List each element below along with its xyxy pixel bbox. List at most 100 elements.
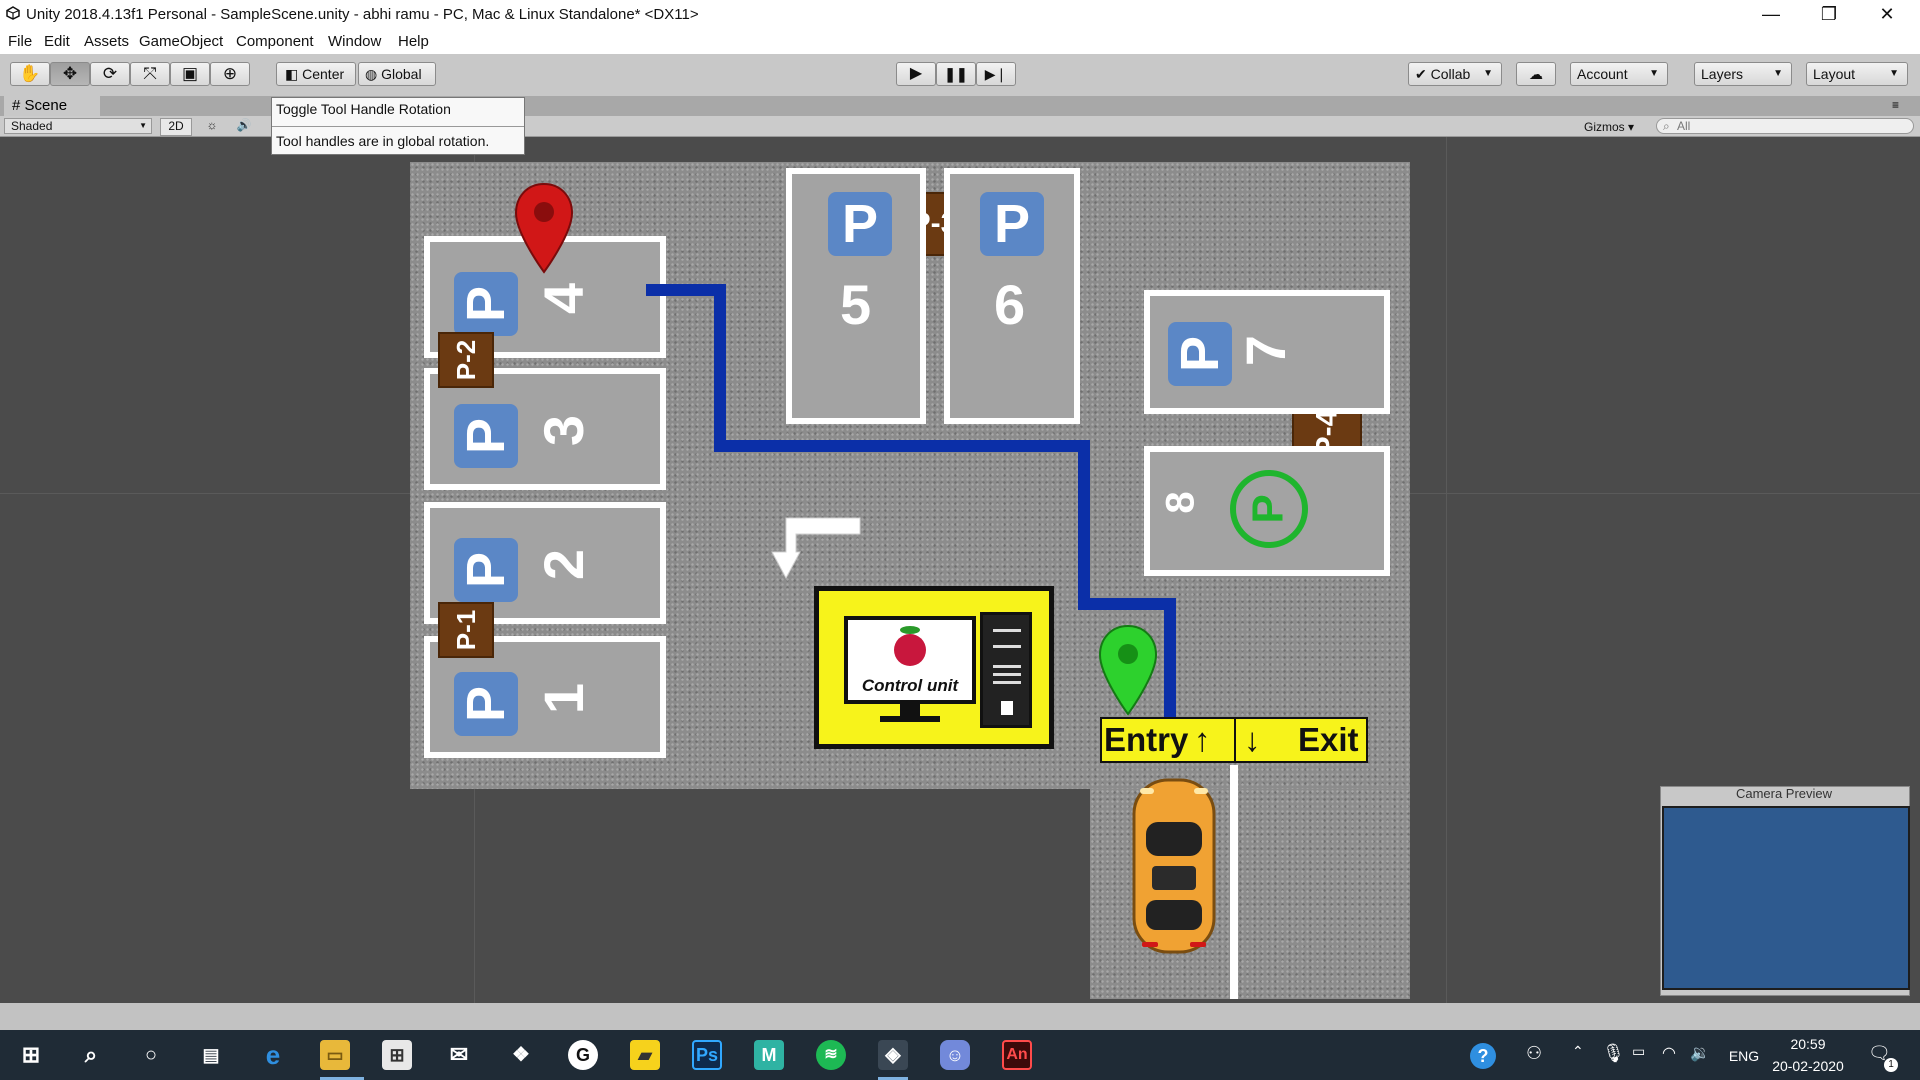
turn-arrow-icon (771, 517, 861, 580)
move-tool-icon[interactable]: ✥ (50, 62, 90, 86)
animate-icon[interactable]: An (1002, 1040, 1032, 1070)
raspberry-pi-icon (892, 626, 928, 668)
camera-preview-viewport (1662, 806, 1910, 990)
parking-slot-8[interactable]: 8 P (1144, 446, 1390, 576)
parking-slot-7[interactable]: P 7 (1144, 290, 1390, 414)
route-path (1078, 598, 1176, 610)
rect-tool-icon[interactable]: ▣ (170, 62, 210, 86)
layers-dropdown[interactable]: Layers ▼ (1694, 62, 1792, 86)
menu-help[interactable]: Help (398, 33, 429, 50)
maya-icon[interactable]: M (754, 1040, 784, 1070)
shading-mode-label: Shaded (11, 119, 53, 133)
help-icon[interactable]: ? (1470, 1043, 1496, 1069)
dropbox-icon[interactable]: ❖ (506, 1040, 536, 1070)
discord-icon[interactable]: ☺ (940, 1040, 970, 1070)
unity-logo-icon (6, 6, 20, 20)
step-button[interactable]: ▶❘ (976, 62, 1016, 86)
sticky-notes-icon[interactable]: ▰ (630, 1040, 660, 1070)
spotify-icon[interactable]: ≋ (816, 1040, 846, 1070)
cloud-icon[interactable]: ☁ (1516, 62, 1556, 86)
account-dropdown[interactable]: Account ▼ (1570, 62, 1668, 86)
collab-dropdown[interactable]: ✔ Collab ▼ (1408, 62, 1502, 86)
unity-app-icon[interactable]: ◈ (878, 1040, 908, 1070)
chevron-down-icon: ▼ (1773, 68, 1783, 79)
chevron-down-icon: ▼ (1889, 68, 1899, 79)
globe-icon: ◍ (365, 66, 378, 82)
minimize-button[interactable]: — (1748, 0, 1794, 30)
restore-button[interactable]: ❐ (1806, 0, 1852, 30)
close-button[interactable]: ✕ (1864, 0, 1910, 30)
2d-toggle[interactable]: 2D (160, 118, 192, 136)
play-button[interactable]: ▶ (896, 62, 936, 86)
pivot-icon: ◧ (285, 66, 299, 82)
space-toggle[interactable]: ◍ Global (358, 62, 436, 86)
entry-exit-sign: Entry ↑ ↓ Exit (1100, 717, 1368, 763)
gizmos-dropdown[interactable]: Gizmos ▾ (1584, 120, 1634, 134)
start-pin-icon (1098, 624, 1158, 716)
layers-label: Layers (1701, 66, 1744, 82)
file-explorer-icon[interactable]: ▭ (320, 1040, 350, 1070)
volume-icon[interactable]: 🔉 (1690, 1043, 1710, 1063)
car-icon[interactable] (1130, 776, 1218, 956)
clock-date[interactable]: 20-02-2020 (1768, 1058, 1848, 1074)
clock-time[interactable]: 20:59 (1768, 1036, 1848, 1052)
tab-scene[interactable]: # Scene (4, 96, 100, 116)
parking-slot-5[interactable]: P 5 (786, 168, 926, 424)
check-icon: ✔ (1415, 66, 1427, 82)
parking-sign-icon: P (980, 192, 1044, 256)
slot-number: 6 (994, 273, 1026, 336)
collab-label: Collab (1430, 66, 1471, 82)
task-view-icon[interactable]: ▤ (196, 1040, 226, 1070)
destination-pin-icon (514, 182, 574, 274)
account-label: Account (1577, 66, 1628, 82)
store-icon[interactable]: ⊞ (382, 1040, 412, 1070)
menu-edit[interactable]: Edit (44, 33, 70, 50)
pause-button[interactable]: ❚❚ (936, 62, 976, 86)
cortana-icon[interactable]: ○ (136, 1040, 166, 1070)
window-title: Unity 2018.4.13f1 Personal - SampleScene… (26, 6, 699, 23)
zone-tag-p1: P-1 (438, 602, 494, 658)
battery-icon[interactable]: ▭ (1632, 1043, 1645, 1060)
slot-number: 8 (1158, 491, 1203, 514)
scale-tool-icon[interactable]: ⤧ (130, 62, 170, 86)
search-icon[interactable]: ⌕ (76, 1040, 106, 1070)
wifi-icon[interactable]: ◠ (1662, 1043, 1676, 1063)
menu-assets[interactable]: Assets (84, 33, 129, 50)
menu-component[interactable]: Component (236, 33, 314, 50)
microphone-icon[interactable]: 🎙 (1602, 1043, 1625, 1064)
windows-start-icon[interactable]: ⊞ (16, 1040, 46, 1070)
exit-label: Exit (1298, 721, 1359, 758)
hand-tool-icon[interactable]: ✋ (10, 62, 50, 86)
photoshop-icon[interactable]: Ps (692, 1040, 722, 1070)
tooltip-title: Toggle Tool Handle Rotation (276, 101, 451, 117)
chevron-down-icon: ▼ (1649, 68, 1659, 79)
status-bar (0, 1003, 1920, 1030)
shading-mode-dropdown[interactable]: Shaded ▼ (4, 118, 152, 134)
search-icon: ⌕ (1663, 119, 1670, 133)
route-path (1078, 440, 1090, 610)
transform-tool-icon[interactable]: ⊕ (210, 62, 250, 86)
edge-browser-icon[interactable]: e (258, 1040, 288, 1070)
language-indicator[interactable]: ENG (1724, 1048, 1764, 1064)
menu-gameobject[interactable]: GameObject (139, 33, 223, 50)
rotate-tool-icon[interactable]: ⟳ (90, 62, 130, 86)
audio-icon[interactable]: 🔊 (232, 118, 256, 132)
menu-window[interactable]: Window (328, 33, 381, 50)
panel-menu-icon[interactable]: ≡ (1892, 98, 1899, 112)
chevron-up-icon[interactable]: ⌃ (1572, 1043, 1584, 1060)
menu-file[interactable]: File (8, 33, 32, 50)
tooltip: Toggle Tool Handle Rotation Tool handles… (271, 97, 525, 155)
pivot-toggle[interactable]: ◧ Center (276, 62, 356, 86)
scene-search-input[interactable]: ⌕ All (1656, 118, 1914, 134)
parking-slot-6[interactable]: P 6 (944, 168, 1080, 424)
logitech-icon[interactable]: G (568, 1040, 598, 1070)
lighting-icon[interactable]: ☼ (200, 118, 224, 132)
title-bar: Unity 2018.4.13f1 Personal - SampleScene… (0, 0, 1920, 30)
slot-number: 1 (532, 682, 596, 715)
mail-icon[interactable]: ✉ (444, 1040, 474, 1070)
parking-sign-icon: P (1168, 322, 1232, 386)
slot-number: 4 (532, 282, 596, 315)
people-icon[interactable]: ⚇ (1526, 1043, 1542, 1064)
notification-count-badge: 1 (1884, 1058, 1898, 1072)
layout-dropdown[interactable]: Layout ▼ (1806, 62, 1908, 86)
